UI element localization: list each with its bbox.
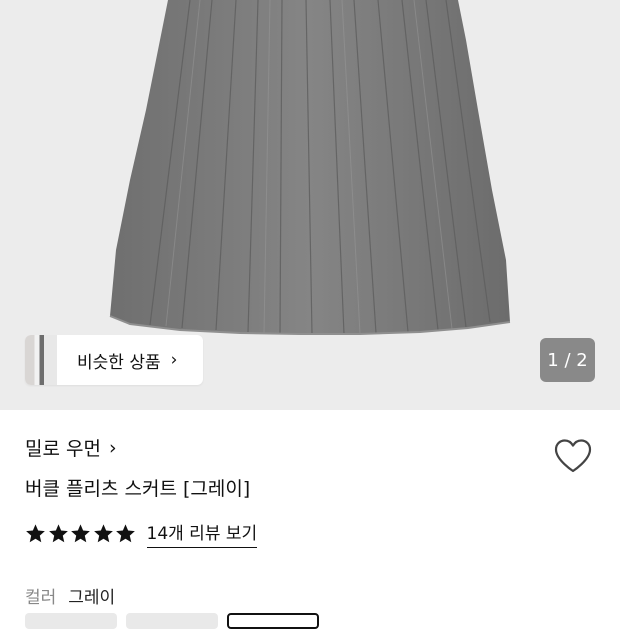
heart-icon	[554, 439, 592, 473]
star-rating	[25, 523, 138, 544]
brand-link[interactable]: 밀로 우먼 ›	[25, 434, 117, 461]
color-option-value: 그레이	[68, 588, 116, 608]
similar-products-button[interactable]: 비슷한 상품 ›	[25, 335, 203, 385]
wishlist-button[interactable]	[553, 438, 593, 478]
color-swatch[interactable]	[25, 613, 117, 629]
color-option-row: 컬러 그레이	[25, 583, 115, 608]
similar-products-label: 비슷한 상품	[77, 352, 161, 373]
star-filled-icon	[116, 524, 135, 543]
color-swatch-selected[interactable]	[227, 613, 319, 629]
rating-row: 14개 리뷰 보기	[25, 519, 258, 548]
star-filled-icon	[48, 524, 68, 543]
brand-name: 밀로 우먼	[25, 438, 101, 460]
color-option-label: 컬러	[25, 588, 57, 608]
image-page-indicator: 1 / 2	[540, 338, 595, 382]
star-filled-icon	[26, 524, 45, 543]
star-filled-icon	[71, 524, 90, 543]
star-filled-icon	[93, 524, 113, 543]
similar-product-thumbnail	[25, 335, 57, 385]
chevron-right-icon: ›	[108, 436, 117, 459]
color-swatch[interactable]	[126, 613, 218, 629]
review-link[interactable]: 14개 리뷰 보기	[146, 519, 258, 548]
product-image-gallery[interactable]: 비슷한 상품 › 1 / 2	[0, 0, 620, 410]
product-title: 버클 플리츠 스커트 [그레이]	[25, 478, 251, 500]
chevron-right-icon: ›	[170, 350, 178, 370]
